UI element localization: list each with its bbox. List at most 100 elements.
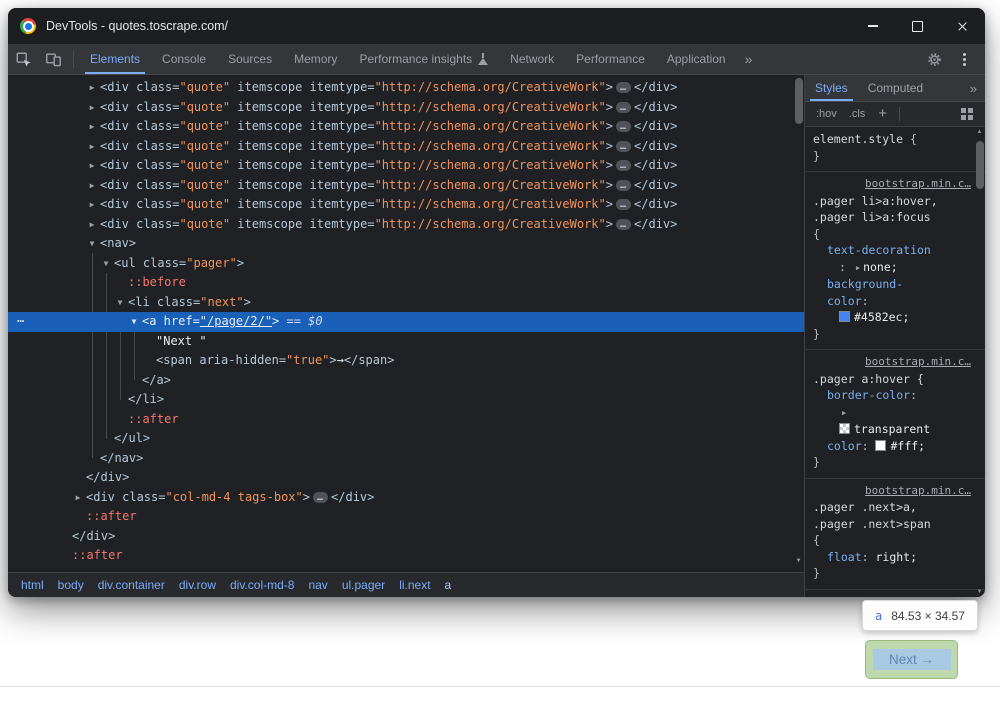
style-line[interactable]: } bbox=[813, 148, 971, 165]
settings-button[interactable] bbox=[919, 52, 949, 67]
element-classes-button[interactable]: .cls bbox=[844, 106, 871, 122]
device-toolbar-button[interactable] bbox=[38, 44, 68, 74]
scrollbar-thumb[interactable] bbox=[795, 78, 803, 124]
collapse-arrow-icon[interactable]: ▼ bbox=[114, 293, 126, 313]
css-declaration[interactable]: ▶ bbox=[813, 404, 971, 422]
close-div-node[interactable]: </div> bbox=[8, 527, 804, 547]
breadcrumb-item[interactable]: ul.pager bbox=[335, 578, 392, 592]
elements-scrollbar[interactable]: ▼ bbox=[793, 75, 804, 572]
color-swatch[interactable] bbox=[839, 311, 850, 322]
expand-arrow-icon[interactable]: ▶ bbox=[86, 137, 98, 157]
style-line[interactable]: } bbox=[813, 565, 971, 582]
more-tabs-button[interactable]: » bbox=[737, 44, 761, 74]
breadcrumb-item[interactable]: li.next bbox=[392, 578, 437, 592]
style-line[interactable]: } bbox=[813, 454, 971, 471]
close-li-node[interactable]: </li> bbox=[8, 390, 804, 410]
inline-expand-button[interactable]: … bbox=[616, 102, 631, 113]
stylesheet-link[interactable]: bootstrap.min.c… bbox=[865, 595, 971, 598]
tab-performance-insights[interactable]: Performance insights bbox=[348, 44, 499, 74]
inline-expand-button[interactable]: … bbox=[313, 492, 328, 503]
expand-arrow-icon[interactable]: ▶ bbox=[86, 78, 98, 98]
quote-div-node[interactable]: ▶<div class="quote" itemscope itemtype="… bbox=[8, 78, 804, 98]
scroll-down-icon[interactable]: ▼ bbox=[975, 589, 984, 595]
expand-arrow-icon[interactable]: ▶ bbox=[86, 215, 98, 235]
css-declaration[interactable]: background- bbox=[813, 276, 971, 293]
tags-box-node[interactable]: ▶<div class="col-md-4 tags-box">…</div> bbox=[8, 488, 804, 508]
tab-memory[interactable]: Memory bbox=[283, 44, 348, 74]
css-declaration[interactable]: color: bbox=[813, 293, 971, 310]
collapse-arrow-icon[interactable]: ▼ bbox=[86, 234, 98, 254]
text-node[interactable]: "Next " bbox=[8, 332, 804, 352]
quote-div-node[interactable]: ▶<div class="quote" itemscope itemtype="… bbox=[8, 117, 804, 137]
inspect-element-button[interactable] bbox=[8, 44, 38, 74]
inline-expand-button[interactable]: … bbox=[616, 180, 631, 191]
tab-performance[interactable]: Performance bbox=[565, 44, 656, 74]
rule-selector[interactable]: .pager .next>span bbox=[813, 516, 971, 533]
styles-scrollbar[interactable]: ▲ ▼ bbox=[975, 129, 984, 595]
expand-arrow-icon[interactable]: ▶ bbox=[86, 98, 98, 118]
tab-sources[interactable]: Sources bbox=[217, 44, 283, 74]
style-line[interactable]: { bbox=[813, 532, 971, 549]
maximize-button[interactable] bbox=[895, 8, 940, 44]
tab-styles[interactable]: Styles bbox=[805, 75, 858, 101]
rule-selector[interactable]: .pager li>a:hover, bbox=[813, 193, 971, 210]
inline-expand-button[interactable]: … bbox=[616, 141, 631, 152]
close-a-node[interactable]: </a> bbox=[8, 371, 804, 391]
tab-console[interactable]: Console bbox=[151, 44, 217, 74]
breadcrumb-item[interactable]: div.row bbox=[172, 578, 223, 592]
close-div-node[interactable]: </div> bbox=[8, 468, 804, 488]
breadcrumb-item[interactable]: div.container bbox=[91, 578, 172, 592]
quote-div-node[interactable]: ▶<div class="quote" itemscope itemtype="… bbox=[8, 98, 804, 118]
breadcrumb-item[interactable]: nav bbox=[301, 578, 334, 592]
style-line[interactable]: { bbox=[813, 226, 971, 243]
rule-selector[interactable]: .pager a:hover { bbox=[813, 371, 971, 388]
after-pseudo-node[interactable]: ::after bbox=[8, 410, 804, 430]
css-declaration[interactable]: text-decoration bbox=[813, 242, 971, 259]
li-next-node[interactable]: ▼<li class="next"> bbox=[8, 293, 804, 313]
expand-arrow-icon[interactable]: ▶ bbox=[86, 195, 98, 215]
breadcrumb-item[interactable]: a bbox=[438, 578, 459, 592]
node-more-icon[interactable]: … bbox=[17, 309, 25, 329]
minimize-button[interactable] bbox=[850, 8, 895, 44]
quote-div-node[interactable]: ▶<div class="quote" itemscope itemtype="… bbox=[8, 156, 804, 176]
quote-div-node[interactable]: ▶<div class="quote" itemscope itemtype="… bbox=[8, 195, 804, 215]
style-line[interactable]: } bbox=[813, 326, 971, 343]
css-declaration[interactable]: border-color: bbox=[813, 387, 971, 404]
close-nav-node[interactable]: </nav> bbox=[8, 449, 804, 469]
after-pseudo-node[interactable]: ::after bbox=[8, 546, 804, 566]
expand-arrow-icon[interactable]: ▶ bbox=[86, 117, 98, 137]
stylesheet-link[interactable]: bootstrap.min.c… bbox=[865, 484, 971, 497]
expand-arrow-icon[interactable]: ▶ bbox=[72, 488, 84, 508]
inline-expand-button[interactable]: … bbox=[616, 121, 631, 132]
scroll-up-icon[interactable]: ▲ bbox=[975, 129, 984, 135]
inline-expand-button[interactable]: … bbox=[616, 82, 631, 93]
menu-button[interactable] bbox=[949, 58, 979, 61]
span-node[interactable]: <span aria-hidden="true">→</span> bbox=[8, 351, 804, 371]
collapse-arrow-icon[interactable]: ▼ bbox=[128, 312, 140, 332]
tab-elements[interactable]: Elements bbox=[79, 44, 151, 74]
anchor-node-selected[interactable]: ▼…<a href="/page/2/"> == $0 bbox=[8, 312, 804, 332]
ul-pager-node[interactable]: ▼<ul class="pager"> bbox=[8, 254, 804, 274]
quote-div-node[interactable]: ▶<div class="quote" itemscope itemtype="… bbox=[8, 215, 804, 235]
before-pseudo-node[interactable]: ::before bbox=[8, 273, 804, 293]
nav-node[interactable]: ▼<nav> bbox=[8, 234, 804, 254]
stylesheet-link[interactable]: bootstrap.min.c… bbox=[865, 177, 971, 190]
expand-arrow-icon[interactable]: ▶ bbox=[86, 156, 98, 176]
scrollbar-thumb[interactable] bbox=[976, 141, 984, 189]
new-style-rule-button[interactable]: + bbox=[872, 105, 893, 122]
css-declaration[interactable]: float: right; bbox=[813, 549, 971, 566]
next-button[interactable]: Next → bbox=[873, 649, 951, 670]
color-swatch[interactable] bbox=[839, 423, 850, 434]
after-pseudo-node[interactable]: ::after bbox=[8, 507, 804, 527]
css-declaration[interactable]: transparent bbox=[813, 421, 971, 438]
css-declaration[interactable]: color: #fff; bbox=[813, 438, 971, 455]
inline-expand-button[interactable]: … bbox=[616, 160, 631, 171]
close-ul-node[interactable]: </ul> bbox=[8, 429, 804, 449]
color-swatch[interactable] bbox=[875, 440, 886, 451]
stylesheet-link[interactable]: bootstrap.min.c… bbox=[865, 355, 971, 368]
css-declaration[interactable]: #4582ec; bbox=[813, 309, 971, 326]
element-style-selector[interactable]: element.style { bbox=[813, 131, 971, 148]
expand-arrow-icon[interactable]: ▶ bbox=[86, 176, 98, 196]
layout-grid-icon[interactable] bbox=[961, 108, 973, 120]
close-button[interactable] bbox=[940, 8, 985, 44]
